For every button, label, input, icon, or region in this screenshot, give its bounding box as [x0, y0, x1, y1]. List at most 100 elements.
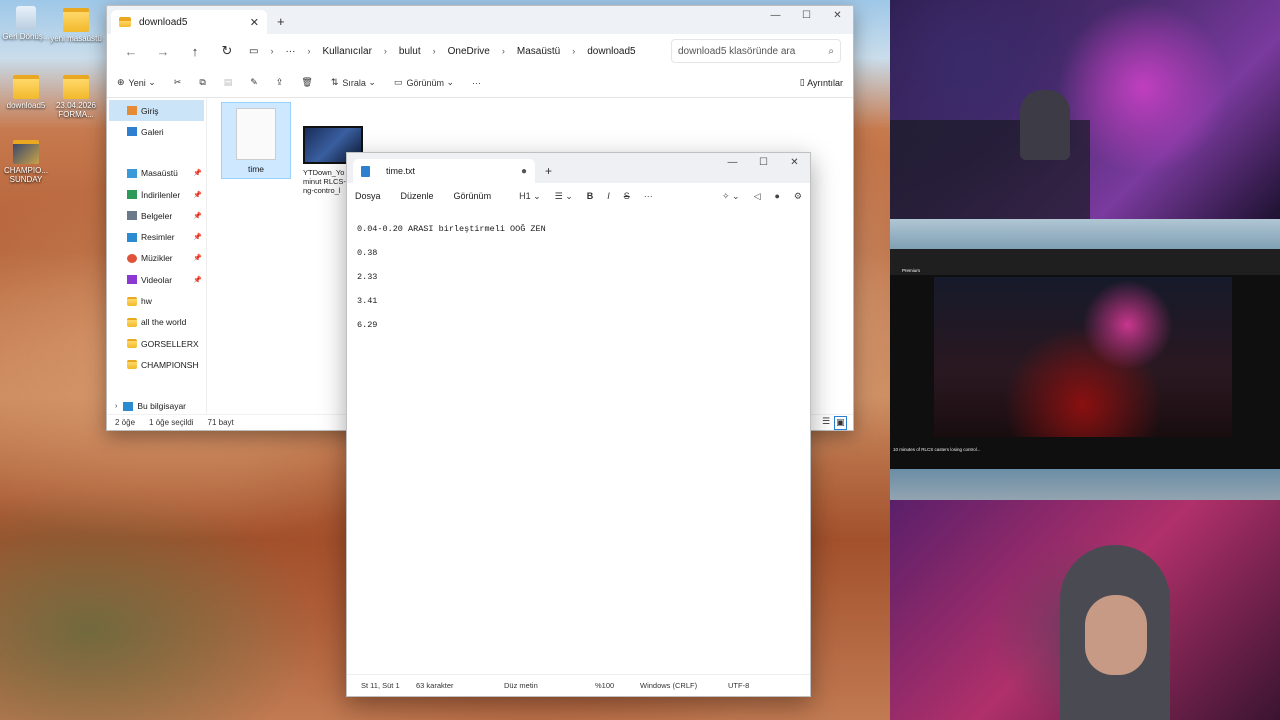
desktop-icon-folder[interactable]: download5 — [0, 75, 52, 110]
text-editor[interactable]: 0.04-0.20 ARASI birleştirmeli OOĞ ZEN 0.… — [347, 209, 810, 671]
download-icon — [127, 190, 137, 200]
breadcrumb[interactable]: ▭ › ··· › Kullanıcılar › bulut › OneDriv… — [249, 39, 663, 63]
bold-icon[interactable]: B — [587, 191, 594, 201]
announcement-icon[interactable]: ◁ — [754, 191, 761, 202]
new-tab-button[interactable]: + — [277, 14, 285, 29]
refresh-icon[interactable]: ↻ — [211, 43, 243, 59]
desktop-icon-folder[interactable]: 23.04.2026 FORMA... — [50, 75, 102, 119]
unsaved-dot-icon[interactable]: ● — [521, 166, 527, 177]
explorer-tab[interactable]: download5 ✕ — [111, 10, 267, 34]
desktop-icon-recycle-bin[interactable]: Geri Dönüş... — [0, 6, 52, 41]
folder-icon — [127, 360, 137, 370]
sidebar-item-this-pc[interactable]: › Bu bilgisayar — [107, 396, 206, 417]
window-controls: — ☐ ✕ — [717, 153, 810, 171]
breadcrumb-item[interactable]: bulut — [399, 46, 421, 57]
format-toolbar: H1 ⌄ ☰ ⌄ B I S ··· — [519, 191, 653, 202]
sidebar-item-documents[interactable]: Belgeler 📌 — [107, 205, 206, 226]
paste-icon[interactable]: ▤ — [224, 77, 233, 88]
more-icon[interactable]: ··· — [644, 191, 653, 201]
text-line: 3.41 — [357, 296, 378, 306]
desktop-icon-folder[interactable]: yeni masaüstü — [50, 8, 102, 43]
menu-edit[interactable]: Düzenle — [401, 191, 434, 201]
sidebar-item-gallery[interactable]: Galeri — [107, 121, 206, 142]
breadcrumb-item[interactable]: Masaüstü — [517, 46, 560, 57]
cut-icon[interactable]: ✂ — [174, 77, 182, 88]
minimize-button[interactable]: — — [760, 6, 791, 24]
new-button[interactable]: ⊕ Yeni ⌄ — [117, 77, 156, 88]
webcam-face-view — [890, 500, 1280, 720]
breadcrumb-item[interactable]: Kullanıcılar — [322, 46, 371, 57]
pc-icon: ▭ — [249, 45, 259, 57]
encoding[interactable]: UTF-8 — [728, 681, 749, 690]
home-icon — [127, 106, 137, 116]
pin-icon: 📌 — [193, 255, 202, 263]
view-toggle: ☰ ▣ — [822, 416, 852, 430]
details-view-icon[interactable]: ☰ — [822, 416, 830, 430]
sidebar-item-folder[interactable]: hw — [107, 290, 206, 311]
sidebar-item-downloads[interactable]: İndirilenler 📌 — [107, 184, 206, 205]
folder-icon — [13, 140, 39, 164]
chevron-right-icon[interactable]: › — [115, 403, 117, 410]
sidebar-item-videos[interactable]: Videolar 📌 — [107, 269, 206, 290]
breadcrumb-item[interactable]: OneDrive — [448, 46, 490, 57]
account-icon[interactable]: ● — [774, 191, 779, 202]
sidebar-item-music[interactable]: Müzikler 📌 — [107, 248, 206, 269]
more-options-icon[interactable]: ··· — [472, 78, 481, 88]
copy-icon[interactable]: ⧉ — [199, 77, 205, 88]
details-button[interactable]: ▯ Ayrıntılar — [800, 77, 843, 88]
sidebar-item-folder[interactable]: CHAMPIONSH — [107, 354, 206, 375]
menu-view[interactable]: Görünüm — [454, 191, 492, 201]
person-silhouette — [1020, 90, 1070, 160]
search-input[interactable]: download5 klasöründe ara ⌕ — [671, 39, 841, 63]
notepad-window: time.txt ● + — ☐ ✕ Dosya Düzenle Görünüm… — [346, 152, 811, 697]
sort-button[interactable]: ⇅ Sırala ⌄ — [331, 77, 376, 88]
text-mode[interactable]: Düz metin — [504, 681, 595, 690]
maximize-button[interactable]: ☐ — [791, 6, 822, 24]
line-ending[interactable]: Windows (CRLF) — [640, 681, 728, 690]
zoom-level[interactable]: %100 — [595, 681, 640, 690]
recycle-bin-icon — [16, 6, 36, 30]
pin-icon: 📌 — [193, 234, 202, 242]
italic-icon[interactable]: I — [607, 191, 610, 201]
menu-file[interactable]: Dosya — [355, 191, 381, 201]
sidebar-item-pictures[interactable]: Resimler 📌 — [107, 226, 206, 247]
text-file-icon — [236, 108, 276, 160]
view-button[interactable]: ▭ Görünüm ⌄ — [394, 77, 454, 88]
share-icon[interactable]: ⇪ — [276, 77, 284, 88]
maximize-button[interactable]: ☐ — [748, 153, 779, 171]
wallpaper-strip — [890, 219, 1280, 249]
tiles-view-icon[interactable]: ▣ — [834, 416, 847, 430]
delete-icon[interactable]: 🗑 — [301, 77, 312, 88]
sidebar-item-desktop[interactable]: Masaüstü 📌 — [107, 163, 206, 184]
sidebar-item-folder[interactable]: all the world — [107, 312, 206, 333]
strikethrough-icon[interactable]: S — [624, 191, 630, 201]
folder-icon — [63, 8, 89, 32]
file-item[interactable]: time — [221, 102, 291, 179]
sidebar-item-folder[interactable]: GORSELLERX — [107, 333, 206, 354]
up-arrow-icon[interactable]: ↑ — [179, 44, 211, 59]
desktop-icon-folder[interactable]: CHAMPIO... SUNDAY — [0, 140, 52, 184]
back-arrow-icon[interactable]: ← — [115, 44, 147, 59]
more-icon[interactable]: ··· — [285, 46, 295, 57]
new-tab-button[interactable]: + — [545, 164, 552, 178]
notepad-tab[interactable]: time.txt ● — [353, 159, 535, 183]
notepad-titlebar: time.txt ● + — ☐ ✕ — [347, 153, 810, 183]
copilot-icon[interactable]: ✧ ⌄ — [722, 191, 740, 202]
list-dropdown[interactable]: ☰ ⌄ — [555, 191, 573, 202]
rename-icon[interactable]: ✎ — [250, 77, 258, 88]
minimize-button[interactable]: — — [717, 153, 748, 171]
window-controls: — ☐ ✕ — [760, 6, 853, 24]
close-tab-icon[interactable]: ✕ — [250, 16, 259, 29]
sidebar-item-home[interactable]: Giriş — [109, 100, 204, 122]
heading-dropdown[interactable]: H1 ⌄ — [519, 191, 541, 202]
video-player[interactable] — [934, 277, 1232, 437]
forward-arrow-icon[interactable]: → — [147, 44, 179, 59]
search-icon: ⌕ — [828, 45, 834, 57]
settings-gear-icon[interactable]: ⚙ — [794, 191, 802, 202]
pin-icon: 📌 — [193, 170, 202, 178]
breadcrumb-item[interactable]: download5 — [587, 46, 635, 57]
close-button[interactable]: ✕ — [779, 153, 810, 171]
close-button[interactable]: ✕ — [822, 6, 853, 24]
youtube-logo[interactable]: Premium — [902, 268, 920, 273]
person-face — [1085, 595, 1147, 675]
